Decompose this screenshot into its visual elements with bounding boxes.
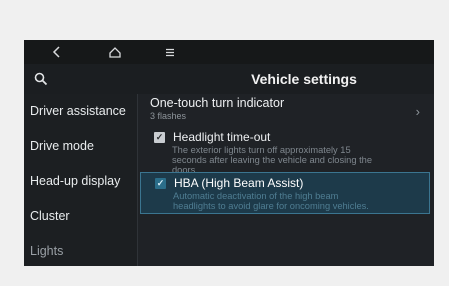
chevron-right-icon: › — [415, 104, 420, 119]
sidebar-item-driver-assistance[interactable]: Driver assistance — [24, 94, 137, 129]
hba-option[interactable]: ✓ HBA (High Beam Assist) Automatic deact… — [140, 172, 430, 214]
hba-description: Automatic deactivation of the high beam … — [173, 191, 369, 211]
sidebar-item-lights[interactable]: Lights — [24, 234, 137, 266]
infotainment-screen: Vehicle settings Driver assistance Drive… — [24, 40, 434, 266]
headlight-timeout-label: Headlight time-out — [173, 130, 271, 144]
menu-icon[interactable] — [155, 40, 185, 64]
hba-checkbox[interactable]: ✓ — [155, 178, 166, 189]
headlight-timeout-description: The exterior lights turn off approximate… — [172, 145, 373, 175]
sidebar-item-head-up-display[interactable]: Head-up display — [24, 164, 137, 199]
back-chevron-icon[interactable] — [42, 40, 72, 64]
settings-header: Vehicle settings — [24, 64, 434, 94]
headlight-timeout-option[interactable]: ✓ Headlight time-out The exterior lights… — [150, 130, 426, 175]
home-icon[interactable] — [100, 40, 130, 64]
sidebar-item-cluster[interactable]: Cluster — [24, 199, 137, 234]
headlight-timeout-checkbox[interactable]: ✓ — [154, 132, 165, 143]
hba-label: HBA (High Beam Assist) — [174, 176, 304, 190]
page-title: Vehicle settings — [251, 71, 357, 87]
top-bar — [24, 40, 434, 64]
sidebar: Driver assistance Drive mode Head-up dis… — [24, 94, 138, 266]
one-touch-label: One-touch turn indicator — [150, 96, 285, 110]
settings-content: One-touch turn indicator 3 flashes › ✓ H… — [138, 94, 434, 266]
one-touch-value: 3 flashes — [150, 111, 187, 121]
one-touch-turn-indicator-row[interactable]: One-touch turn indicator 3 flashes › — [150, 96, 420, 126]
search-icon[interactable] — [30, 68, 52, 90]
sidebar-item-drive-mode[interactable]: Drive mode — [24, 129, 137, 164]
